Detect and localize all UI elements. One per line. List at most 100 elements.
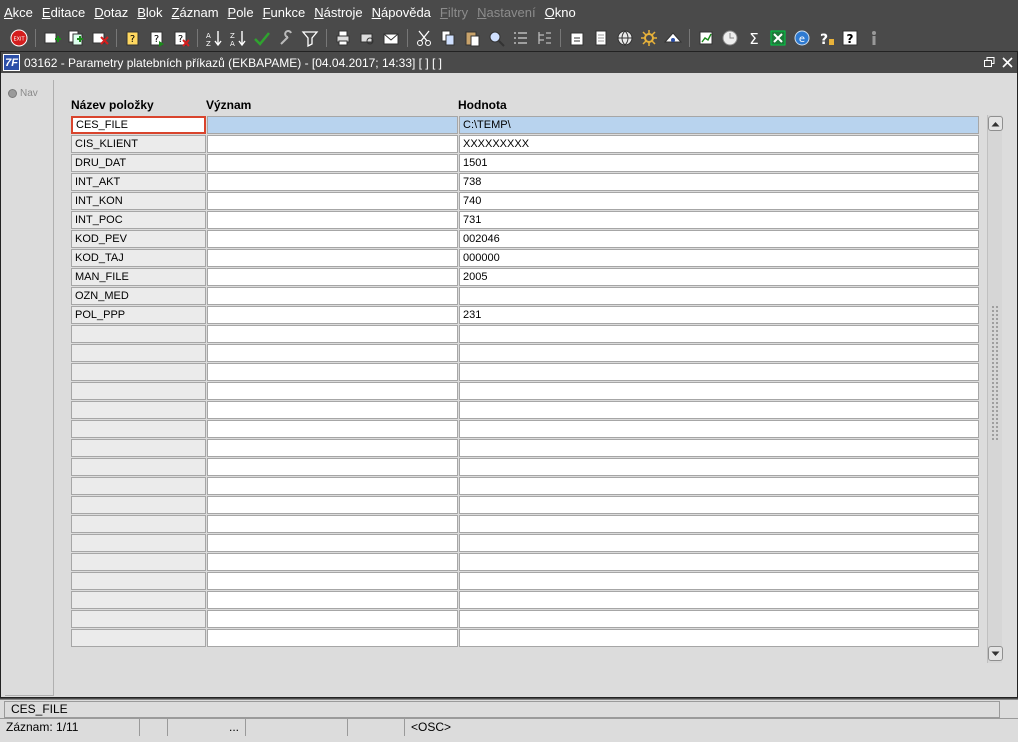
parameter-name-cell[interactable] (71, 610, 206, 628)
parameter-value-cell[interactable]: 731 (459, 211, 979, 229)
menu-editace[interactable]: Editace (42, 5, 85, 20)
restore-icon[interactable] (983, 57, 995, 69)
globe-icon[interactable] (614, 27, 636, 49)
parameter-value-cell[interactable] (459, 287, 979, 305)
parameter-value-cell[interactable]: 2005 (459, 268, 979, 286)
parameter-meaning-cell[interactable] (207, 173, 458, 191)
parameter-meaning-cell[interactable] (207, 382, 458, 400)
parameter-meaning-cell[interactable] (207, 401, 458, 419)
parameter-meaning-cell[interactable] (207, 515, 458, 533)
parameter-name-cell[interactable] (71, 629, 206, 647)
context-help-icon[interactable]: ? (815, 27, 837, 49)
menu-okno[interactable]: Okno (545, 5, 576, 20)
parameter-meaning-cell[interactable] (207, 420, 458, 438)
parameter-name-cell[interactable]: MAN_FILE (71, 268, 206, 286)
parameter-meaning-cell[interactable] (207, 306, 458, 324)
parameter-meaning-cell[interactable] (207, 458, 458, 476)
print-preview-icon[interactable] (356, 27, 378, 49)
parameter-value-cell[interactable] (459, 629, 979, 647)
tree-icon[interactable] (533, 27, 555, 49)
parameter-meaning-cell[interactable] (207, 477, 458, 495)
sort-asc-icon[interactable]: AZ (203, 27, 225, 49)
parameter-meaning-cell[interactable] (207, 116, 458, 134)
parameter-value-cell[interactable]: XXXXXXXXX (459, 135, 979, 153)
parameter-value-cell[interactable]: C:\TEMP\ (459, 116, 979, 134)
parameter-value-cell[interactable] (459, 591, 979, 609)
parameter-value-cell[interactable] (459, 325, 979, 343)
menu-zaznam[interactable]: Záznam (172, 5, 219, 20)
parameter-name-cell[interactable] (71, 401, 206, 419)
parameter-meaning-cell[interactable] (207, 249, 458, 267)
delete-record-icon[interactable] (89, 27, 111, 49)
menu-funkce[interactable]: Funkce (263, 5, 306, 20)
parameter-name-cell[interactable]: KOD_TAJ (71, 249, 206, 267)
eye-icon[interactable] (662, 27, 684, 49)
parameter-value-cell[interactable]: 740 (459, 192, 979, 210)
scroll-down-button[interactable] (988, 646, 1003, 661)
parameter-value-cell[interactable]: 231 (459, 306, 979, 324)
cut-icon[interactable] (413, 27, 435, 49)
parameter-name-cell[interactable]: INT_KON (71, 192, 206, 210)
parameter-value-cell[interactable] (459, 496, 979, 514)
browser-icon[interactable]: e (791, 27, 813, 49)
parameter-name-cell[interactable] (71, 439, 206, 457)
menu-nastaveni[interactable]: Nastavení (477, 5, 536, 20)
parameter-meaning-cell[interactable] (207, 344, 458, 362)
parameter-name-cell[interactable]: OZN_MED (71, 287, 206, 305)
menu-blok[interactable]: Blok (137, 5, 162, 20)
info-icon[interactable] (863, 27, 885, 49)
close-icon[interactable] (1001, 57, 1013, 69)
parameter-name-cell[interactable] (71, 515, 206, 533)
search-icon[interactable] (485, 27, 507, 49)
parameter-name-cell[interactable] (71, 325, 206, 343)
parameter-meaning-cell[interactable] (207, 496, 458, 514)
parameter-value-cell[interactable] (459, 382, 979, 400)
paste-icon[interactable] (461, 27, 483, 49)
parameter-value-cell[interactable] (459, 610, 979, 628)
parameter-meaning-cell[interactable] (207, 230, 458, 248)
parameter-meaning-cell[interactable] (207, 268, 458, 286)
filter-icon[interactable] (299, 27, 321, 49)
parameter-name-cell[interactable] (71, 553, 206, 571)
print-icon[interactable] (332, 27, 354, 49)
parameter-name-cell[interactable]: POL_PPP (71, 306, 206, 324)
query-icon[interactable]: ? (122, 27, 144, 49)
parameter-value-cell[interactable] (459, 458, 979, 476)
parameter-name-cell[interactable] (71, 363, 206, 381)
sort-desc-icon[interactable]: ZA (227, 27, 249, 49)
parameter-name-cell[interactable] (71, 496, 206, 514)
list-icon[interactable] (509, 27, 531, 49)
cancel-query-icon[interactable]: ? (170, 27, 192, 49)
clock-icon[interactable] (719, 27, 741, 49)
parameter-value-cell[interactable] (459, 401, 979, 419)
parameter-meaning-cell[interactable] (207, 287, 458, 305)
parameter-meaning-cell[interactable] (207, 591, 458, 609)
parameter-meaning-cell[interactable] (207, 629, 458, 647)
parameter-name-cell[interactable]: CIS_KLIENT (71, 135, 206, 153)
parameter-name-cell[interactable]: INT_POC (71, 211, 206, 229)
parameter-meaning-cell[interactable] (207, 439, 458, 457)
chart-icon[interactable] (695, 27, 717, 49)
menu-dotaz[interactable]: Dotaz (94, 5, 128, 20)
parameter-value-cell[interactable]: 000000 (459, 249, 979, 267)
parameter-value-cell[interactable] (459, 572, 979, 590)
parameter-meaning-cell[interactable] (207, 154, 458, 172)
parameter-value-cell[interactable] (459, 363, 979, 381)
help-icon[interactable]: ? (839, 27, 861, 49)
duplicate-record-icon[interactable] (65, 27, 87, 49)
parameter-name-cell[interactable]: KOD_PEV (71, 230, 206, 248)
execute-query-icon[interactable]: ? (146, 27, 168, 49)
menu-napoveda[interactable]: Nápověda (372, 5, 431, 20)
parameter-name-cell[interactable] (71, 477, 206, 495)
parameter-name-cell[interactable] (71, 458, 206, 476)
parameter-meaning-cell[interactable] (207, 553, 458, 571)
parameter-meaning-cell[interactable] (207, 534, 458, 552)
parameter-name-cell[interactable]: DRU_DAT (71, 154, 206, 172)
parameter-meaning-cell[interactable] (207, 572, 458, 590)
sigma-icon[interactable]: Σ (743, 27, 765, 49)
parameter-name-cell[interactable] (71, 534, 206, 552)
parameter-name-cell[interactable] (71, 382, 206, 400)
nav-radio[interactable]: Nav (8, 88, 38, 99)
parameter-name-cell[interactable] (71, 344, 206, 362)
parameter-meaning-cell[interactable] (207, 610, 458, 628)
